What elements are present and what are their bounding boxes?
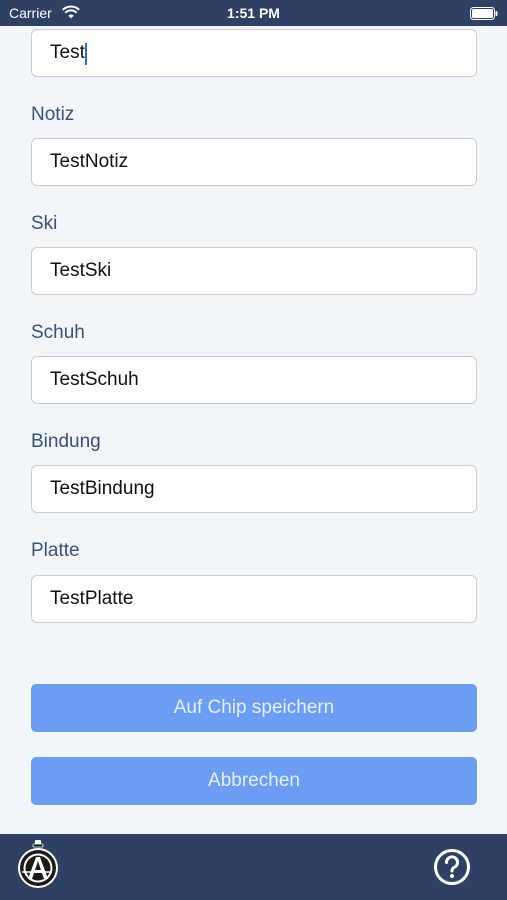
notiz-label: Notiz xyxy=(31,104,75,125)
first-field-input[interactable] xyxy=(31,29,477,77)
platte-input[interactable] xyxy=(31,575,477,623)
notiz-input[interactable] xyxy=(31,138,477,186)
tab-bar xyxy=(0,834,507,900)
battery-icon xyxy=(470,7,498,20)
schuh-label: Schuh xyxy=(31,322,85,343)
app-logo-icon[interactable] xyxy=(16,839,60,889)
schuh-input[interactable] xyxy=(31,356,477,404)
save-to-chip-button[interactable]: Auf Chip speichern xyxy=(31,684,477,732)
ski-label: Ski xyxy=(31,213,58,234)
help-icon[interactable] xyxy=(432,847,472,887)
text-cursor xyxy=(85,43,87,65)
ski-input[interactable] xyxy=(31,247,477,295)
status-bar: Carrier 1:51 PM xyxy=(0,0,507,26)
bindung-input[interactable] xyxy=(31,465,477,513)
status-time: 1:51 PM xyxy=(227,5,280,21)
platte-label: Platte xyxy=(31,540,80,561)
bindung-label: Bindung xyxy=(31,431,101,452)
cancel-button[interactable]: Abbrechen xyxy=(31,757,477,805)
